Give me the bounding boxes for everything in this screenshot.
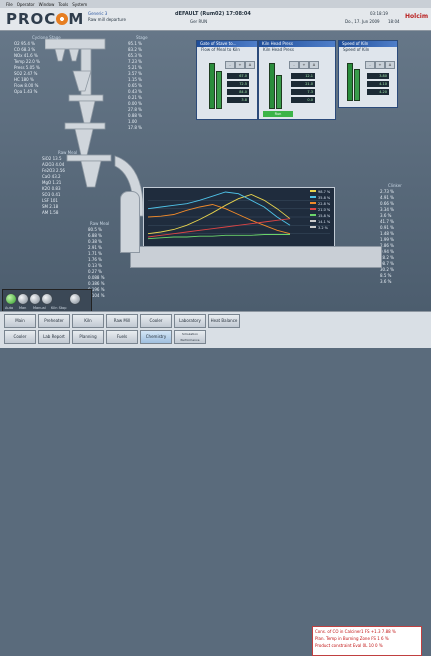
series-line-4 xyxy=(147,234,290,240)
value-row: Opa 1.43 % xyxy=(14,89,38,94)
level-bar xyxy=(354,69,360,101)
value-row: 17.8 % xyxy=(128,125,142,130)
value-display: 3.80 xyxy=(367,73,389,79)
alarm-row[interactable]: Plan. Temp in Burning Zone FS 1 6 % xyxy=(315,635,419,642)
value-row: AM 1.58 xyxy=(42,210,59,215)
level-bar xyxy=(269,63,275,109)
level-bar xyxy=(209,63,215,109)
lower-left-header: Raw Meal xyxy=(58,150,78,155)
nav-button-simulation[interactable]: Simulation Performance xyxy=(174,330,206,344)
panel-meal-to-kiln[interactable]: Gate of Stave to... Flow of Meal to Kiln… xyxy=(196,40,258,120)
header-title: dEFAULT (Rum02) 17:08:04 xyxy=(175,11,251,17)
right-column-header: Clinker xyxy=(388,183,402,188)
value-display: 7.3 xyxy=(291,89,315,95)
nav-button-kiln[interactable]: Kiln xyxy=(72,314,104,328)
header-title-sub: Ger RUN xyxy=(190,19,208,24)
mode-label-kiln-stop: Kiln Stop xyxy=(51,306,67,310)
alarm-row[interactable]: Cons. of CO in Calciner1 FS +1.3 7.88 % xyxy=(315,628,419,635)
auto-button[interactable]: A xyxy=(309,61,319,69)
menu-file[interactable]: File xyxy=(6,2,13,7)
run-status-indicator[interactable]: Run xyxy=(263,111,293,117)
value-display: 3.8 xyxy=(227,97,249,103)
nav-button-planning[interactable]: Planning xyxy=(72,330,104,344)
center-values-list: 95.1 % 83.2 % 65.3 % 7.23 % 5.21 % 3.57 % 1.15… xyxy=(128,41,142,131)
auto-button[interactable]: A xyxy=(385,61,395,69)
lower-mid-header: Raw Meal xyxy=(90,221,110,226)
panel-kiln-speed[interactable]: Speed of Kiln Speed of Kiln - + A 3.80 4… xyxy=(338,40,398,108)
value-display: 72.5 xyxy=(227,81,249,87)
mode-label-auto: Auto xyxy=(5,306,14,310)
header-bar: PROC M Generic 3 Raw mill departure dEFAU… xyxy=(0,8,431,31)
level-bar xyxy=(216,71,222,109)
menu-system[interactable]: System xyxy=(72,2,87,7)
calciner xyxy=(120,191,140,253)
nav-button-fuels[interactable]: Fuels xyxy=(106,330,138,344)
knob-stop[interactable] xyxy=(41,293,53,305)
mode-label-manual: Manual xyxy=(33,306,46,310)
level-bar xyxy=(347,63,353,101)
value-row: 3.6 % xyxy=(380,279,392,284)
mode-label-man: Man xyxy=(19,306,27,310)
level-bar xyxy=(276,75,282,109)
trend-chart[interactable] xyxy=(143,187,335,247)
header-time: 03:18:19 xyxy=(370,11,388,16)
header-left-line1: Generic 3 xyxy=(88,11,108,16)
minus-button[interactable]: - xyxy=(289,61,299,69)
value-display: 21.0 xyxy=(291,81,315,87)
right-values-list: 2.73 % 4.91 % 0.66 % 3.34 % 3.6 % 41.7 % 0.91 … xyxy=(380,189,394,285)
nav-button-preheater[interactable]: Preheater xyxy=(38,314,70,328)
nav-button-laboratory[interactable]: Laboratory xyxy=(174,314,206,328)
left-column-header: Cyclone Stage xyxy=(32,35,61,40)
holcim-brand: Holcim xyxy=(405,13,429,20)
minus-button[interactable]: - xyxy=(225,61,235,69)
app-logo: PROC M xyxy=(6,10,85,28)
panel-subtitle: Flow of Meal to Kiln xyxy=(201,47,240,52)
menu-bar: File Operator Window Tools System xyxy=(0,0,431,8)
nav-button-cooler-2[interactable]: Cooler xyxy=(4,330,36,344)
plus-button[interactable]: + xyxy=(235,61,245,69)
menu-window[interactable]: Window xyxy=(39,2,55,7)
panel-subtitle: Kiln Head Press xyxy=(263,47,294,52)
knob-extra[interactable] xyxy=(69,293,81,305)
knob-manual[interactable] xyxy=(29,293,41,305)
process-view: Cyclone Stage O2 95.4 % CO 68.3 % NOx 41.6… xyxy=(0,31,431,315)
nav-button-lab-report[interactable]: Lab Report xyxy=(38,330,70,344)
alarm-list[interactable]: Cons. of CO in Calciner1 FS +1.3 7.88 % P… xyxy=(312,626,422,656)
value-display: 0.0 xyxy=(291,97,315,103)
header-date: Do., 17. Jun 2009 xyxy=(345,19,380,24)
legend-value: 3.2 % xyxy=(310,225,346,231)
nav-button-raw-mill[interactable]: Raw Mill xyxy=(106,314,138,328)
nav-button-heat-balance[interactable]: Heat Balance xyxy=(208,314,240,328)
rotary-kiln xyxy=(130,246,382,268)
plus-button[interactable]: + xyxy=(299,61,309,69)
knob-man[interactable] xyxy=(17,293,29,305)
value-display: 4.10 xyxy=(367,81,389,87)
header-date-sub: 18:04 xyxy=(388,19,400,24)
alarm-row[interactable]: Product constraint Eval 0L 10 0 % xyxy=(315,642,419,649)
minus-button[interactable]: - xyxy=(365,61,375,69)
nav-button-cooler[interactable]: Cooler xyxy=(140,314,172,328)
nav-button-main[interactable]: Main xyxy=(4,314,36,328)
value-display: 12.1 xyxy=(291,73,315,79)
menu-operator[interactable]: Operator xyxy=(17,2,35,7)
panel-kiln-head-press[interactable]: Kiln Head Press Kiln Head Press - + A 12… xyxy=(258,40,336,120)
value-display: 84.0 xyxy=(227,89,249,95)
value-display: 67.0 xyxy=(227,73,249,79)
nav-button-chemistry[interactable]: Chemistry xyxy=(140,330,172,344)
panel-subtitle: Speed of Kiln xyxy=(343,47,370,52)
plus-button[interactable]: + xyxy=(375,61,385,69)
auto-button[interactable]: A xyxy=(245,61,255,69)
trend-chart-svg xyxy=(147,191,330,240)
footer-navigation: Main Preheater Kiln Raw Mill Cooler Labo… xyxy=(0,311,431,656)
knob-auto[interactable] xyxy=(5,293,17,305)
chart-legend: 98.7 % 35.8 % 22.8 % 21.0 % 15.8 % 14.1 % 3.2 … xyxy=(310,189,346,231)
value-display: 4.20 xyxy=(367,89,389,95)
header-left-line2: Raw mill departure xyxy=(88,17,126,22)
left-values-list: O2 95.4 % CO 68.3 % NOx 41.6 % Temp 22.0 % P… xyxy=(14,41,40,95)
menu-tools[interactable]: Tools xyxy=(58,2,68,7)
lower-left-values: SiO2 13.5 Al2O3 4.04 Fe2O3 2.56 CaO 43.2 MgO… xyxy=(42,156,65,216)
center-column-header: Stage xyxy=(136,35,148,40)
